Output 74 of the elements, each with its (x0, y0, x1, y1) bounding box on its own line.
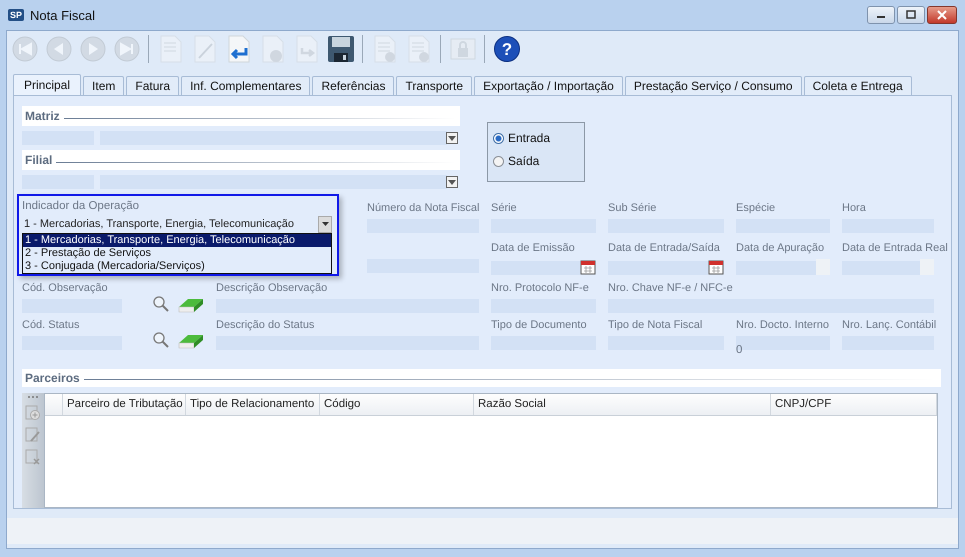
calendar-icon[interactable] (580, 259, 596, 275)
field-label: Data de Apuração (736, 242, 824, 256)
field-label: Nro. Chave NF-e / NFC-e (608, 282, 733, 296)
maximize-button[interactable] (897, 6, 925, 24)
field-label: Descrição Observação (216, 282, 328, 296)
combo-box[interactable]: 1 - Mercadorias, Transporte, Energia, Telecomunicação (22, 216, 332, 233)
section-title: Matriz (25, 109, 60, 123)
column-header[interactable]: Tipo de Relacionamento (186, 394, 320, 415)
tab[interactable]: Fatura (126, 76, 180, 95)
date-field[interactable] (608, 261, 708, 275)
search-icon[interactable] (152, 331, 170, 349)
radio-option[interactable]: Saída (493, 154, 579, 168)
calendar-icon[interactable] (708, 259, 724, 275)
field-label: Cód. Observação (22, 282, 108, 296)
calendar-button[interactable] (920, 259, 934, 275)
delete-row-icon[interactable] (25, 448, 41, 465)
tab[interactable]: Transporte (396, 76, 472, 95)
tab[interactable]: Inf. Complementares (181, 76, 310, 95)
date-field[interactable] (736, 261, 816, 275)
dropdown-option[interactable]: 3 - Conjugada (Mercadoria/Serviços) (23, 260, 331, 273)
tab[interactable]: Prestação Serviço / Consumo (624, 76, 802, 95)
field-label: Número da Nota Fiscal (367, 202, 480, 216)
dropdown-option[interactable]: 2 - Prestação de Serviços (23, 247, 331, 260)
section-title: Filial (25, 153, 52, 167)
caret-icon (448, 180, 456, 184)
eraser-icon[interactable] (178, 333, 204, 349)
field-label: Série (491, 202, 517, 216)
app-logo: SP (8, 9, 24, 21)
dropdown-option[interactable]: 1 - Mercadorias, Transporte, Energia, Telecomunicação (23, 234, 331, 247)
calendar-button[interactable] (816, 259, 830, 275)
field-label: Nro. Protocolo NF-e (491, 282, 589, 296)
column-header[interactable]: CNPJ/CPF (771, 394, 937, 415)
search-icon[interactable] (152, 295, 170, 313)
radio-option[interactable]: Entrada (493, 131, 579, 145)
dropdown-button[interactable] (446, 176, 458, 188)
save-button[interactable] (325, 33, 356, 65)
close-icon (937, 10, 947, 20)
caret-icon (448, 136, 456, 140)
field-label: Data de Entrada/Saída (608, 242, 720, 256)
date-field[interactable] (491, 261, 580, 275)
field-label: Nro. Lanç. Contábil (842, 319, 936, 333)
help-button[interactable]: ? (491, 33, 522, 65)
field-label: Nro. Docto. Interno (736, 319, 829, 333)
tab[interactable]: Item (83, 76, 124, 95)
edit-row-icon[interactable] (25, 426, 41, 443)
name-field[interactable] (100, 131, 447, 145)
field-label: Tipo de Nota Fiscal (608, 319, 702, 333)
maximize-icon (906, 10, 916, 20)
section-title: Parceiros (25, 370, 80, 385)
window-title: Nota Fiscal (30, 8, 96, 22)
add-row-icon[interactable] (25, 404, 41, 421)
field-label: Espécie (736, 202, 776, 216)
field-label: Data de Emissão (491, 242, 575, 256)
field-label: Hora (842, 202, 866, 216)
column-header[interactable]: Código (320, 394, 474, 415)
tab[interactable]: Coleta e Entrega (804, 76, 912, 95)
name-field[interactable] (100, 175, 447, 189)
column-header[interactable]: Parceiro de Tributação (63, 394, 186, 415)
dropdown-button[interactable] (446, 132, 458, 144)
minimize-button[interactable] (867, 6, 895, 24)
grip-icon (27, 394, 39, 399)
field-label: Indicador da Operação (22, 200, 140, 214)
field-label: Data de Entrada Real (842, 242, 948, 256)
date-field[interactable] (842, 261, 920, 275)
eraser-icon[interactable] (178, 297, 204, 313)
field-label: Cód. Status (22, 319, 80, 333)
field-label: Tipo de Documento (491, 319, 587, 333)
tab[interactable]: Exportação / Importação (474, 76, 623, 95)
column-header[interactable]: Razão Social (474, 394, 771, 415)
close-button[interactable] (927, 6, 957, 24)
field-label: Sub Série (608, 202, 656, 216)
tab[interactable]: Principal (13, 74, 82, 95)
field-label: Descrição do Status (216, 319, 314, 333)
tab[interactable]: Referências (312, 76, 394, 95)
